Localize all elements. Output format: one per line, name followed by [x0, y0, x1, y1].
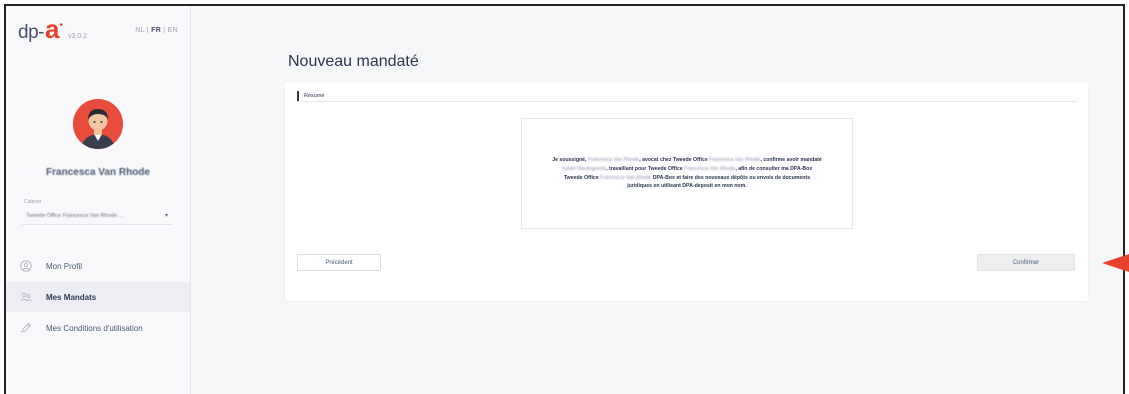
- lang-nl[interactable]: NL: [135, 27, 144, 34]
- summary-text: Je soussigné, Francesca Van Rhode, avoca…: [552, 156, 822, 190]
- logo-a: a: [44, 14, 60, 44]
- chevron-down-icon: ▾: [164, 213, 168, 219]
- lang-separator: |: [161, 27, 168, 34]
- sidebar-item-label: Mes Conditions d'utilisation: [46, 323, 143, 333]
- summary-fragment: , avocat chez Tweede Office: [639, 157, 710, 164]
- cabinet-value: Tweede Office Francesca Van Rhode ...: [26, 212, 124, 219]
- redacted-name: Francesca Van Rhode: [600, 174, 652, 181]
- sidebar: dp- a • v3.0.2 NL | FR | EN Francesca Va…: [6, 6, 191, 394]
- pointer-arrow-icon: [1102, 254, 1129, 272]
- summary-box: Je soussigné, Francesca Van Rhode, avoca…: [521, 118, 853, 229]
- cabinet-label: Cabinet: [24, 199, 42, 205]
- app-window: dp- a • v3.0.2 NL | FR | EN Francesca Va…: [4, 4, 1125, 394]
- app-version: v3.0.2: [67, 33, 88, 40]
- summary-fragment: DPA-Box et faire des nouveaux dépôts ou …: [627, 174, 811, 190]
- user-avatar-icon: [73, 99, 123, 149]
- sidebar-item-mandates[interactable]: Mes Mandats: [6, 282, 190, 312]
- user-circle-icon: [20, 260, 32, 272]
- cabinet-select[interactable]: Tweede Office Francesca Van Rhode ... ▾: [22, 207, 172, 225]
- lang-fr[interactable]: FR: [151, 27, 161, 34]
- redacted-name: Francesca Van Rhode: [709, 157, 761, 164]
- sidebar-nav: Mon Profil Mes Mandats Mes Conditions d'…: [6, 251, 190, 343]
- lang-en[interactable]: EN: [168, 27, 178, 34]
- sidebar-item-profile[interactable]: Mon Profil: [6, 251, 190, 281]
- users-icon: [20, 291, 32, 303]
- tab-summary[interactable]: Résumé: [297, 91, 324, 101]
- logo-dp: dp-: [18, 22, 44, 43]
- summary-fragment: Je soussigné,: [552, 157, 588, 164]
- page-title: Nouveau mandaté: [288, 53, 419, 70]
- language-switcher: NL | FR | EN: [135, 27, 178, 34]
- redacted-name: Francesca Van Rhode: [587, 157, 640, 164]
- summary-card: Résumé Je soussigné, Francesca Van Rhode…: [285, 82, 1088, 301]
- previous-button[interactable]: Précédent: [297, 254, 381, 271]
- logo-dot: •: [59, 20, 63, 31]
- confirm-button[interactable]: Confirmer: [977, 254, 1075, 271]
- sidebar-item-label: Mes Mandats: [46, 292, 97, 302]
- main-content: Nouveau mandaté Résumé Je soussigné, Fra…: [191, 6, 1123, 394]
- redacted-name: Sylvie Vandegoede: [561, 165, 607, 172]
- redacted-name: Francesca Van Rhode: [684, 165, 736, 172]
- summary-fragment: , travaillant pour Tweede Office: [606, 165, 685, 172]
- user-name: Francesca Van Rhode: [46, 167, 150, 178]
- brand-logo[interactable]: dp- a • v3.0.2: [18, 14, 88, 44]
- tab-divider: [297, 101, 1076, 102]
- pen-icon: [20, 322, 32, 334]
- summary-fragment: , confirme avoir mandaté: [760, 157, 822, 164]
- sidebar-item-terms[interactable]: Mes Conditions d'utilisation: [6, 313, 190, 343]
- sidebar-item-label: Mon Profil: [46, 261, 83, 271]
